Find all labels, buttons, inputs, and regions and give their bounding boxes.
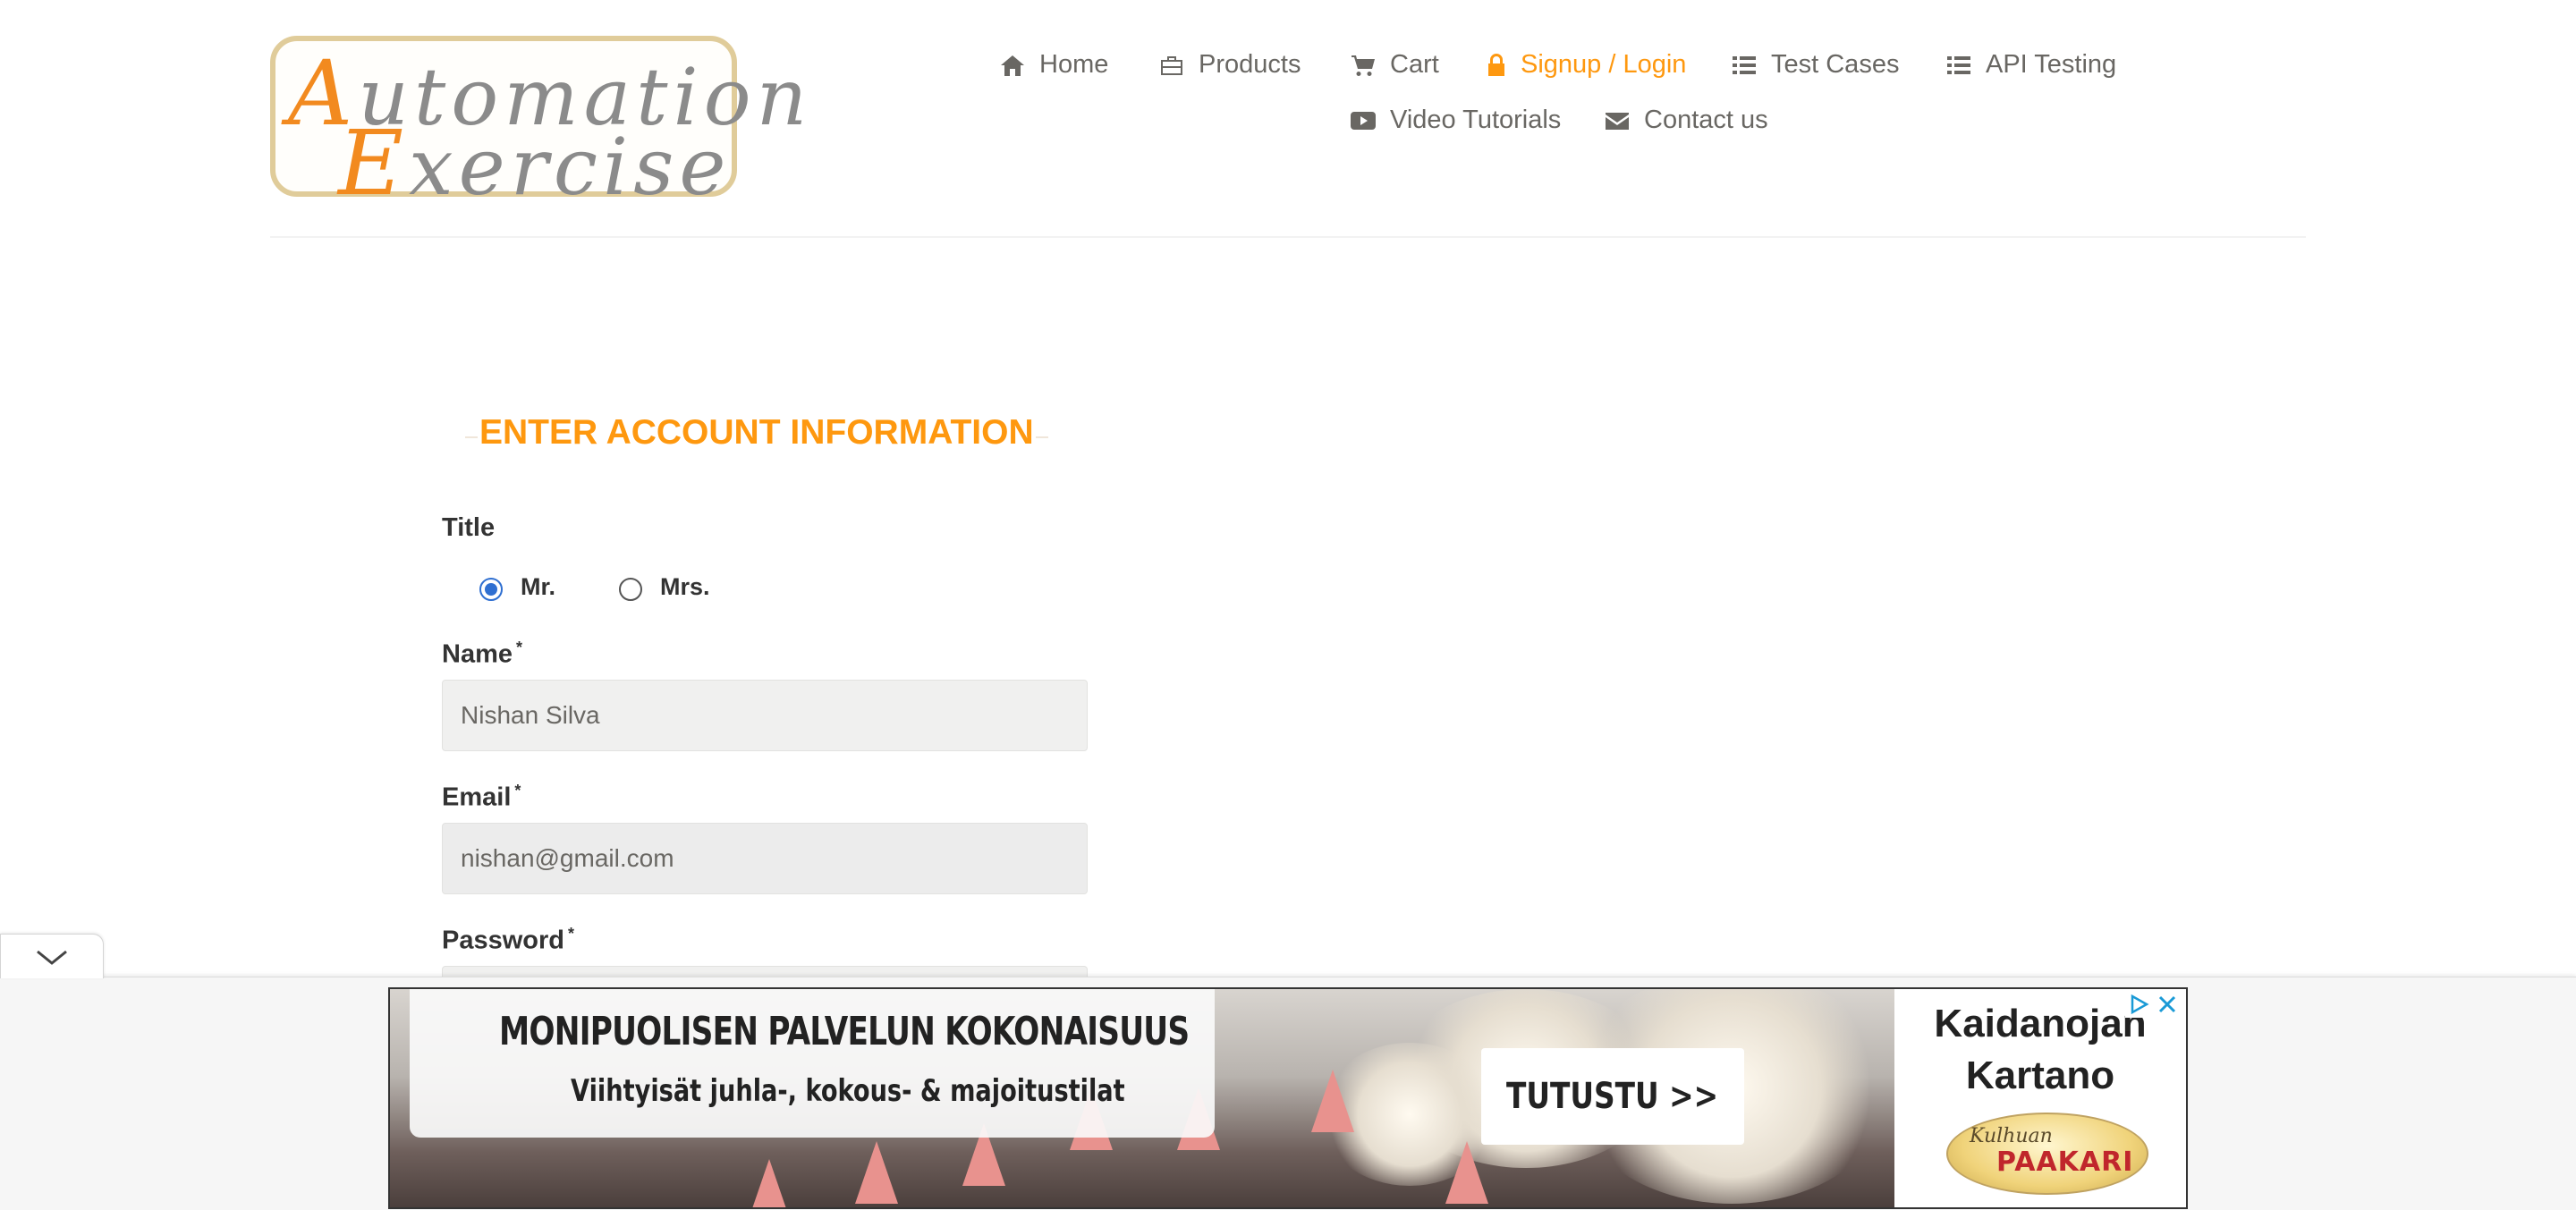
envelope-icon	[1606, 112, 1629, 130]
nav-api-testing[interactable]: API Testing	[1946, 50, 2116, 80]
nav-test-cases-label: Test Cases	[1771, 50, 1900, 79]
header-divider	[270, 236, 2306, 238]
radio-mr[interactable]	[479, 578, 503, 601]
nav-signup-login[interactable]: Signup / Login	[1487, 50, 1686, 80]
site-logo[interactable]: Automation Exercise	[270, 36, 807, 216]
nav-contact-us[interactable]: Contact us	[1605, 106, 1768, 135]
chevron-down-icon	[37, 950, 67, 965]
nav-api-testing-label: API Testing	[1986, 50, 2117, 79]
radio-mr-label: Mr.	[521, 572, 556, 600]
cart-icon	[1352, 55, 1375, 76]
site-header: Automation Exercise Home Products Cart S…	[0, 0, 2576, 238]
title-label: Title	[442, 513, 496, 542]
nav-products-label: Products	[1199, 50, 1301, 79]
radio-mrs[interactable]	[619, 578, 642, 601]
nav-test-cases[interactable]: Test Cases	[1732, 50, 1899, 80]
nav-cart[interactable]: Cart	[1351, 50, 1439, 80]
ad-close-icon[interactable]	[2154, 991, 2181, 1018]
radio-mrs-label: Mrs.	[660, 572, 710, 600]
briefcase-icon	[1161, 55, 1182, 75]
list-icon	[1947, 55, 1970, 74]
password-label: Password *	[442, 925, 575, 955]
email-input[interactable]	[442, 823, 1088, 894]
nav-cart-label: Cart	[1390, 50, 1439, 79]
list-icon	[1733, 55, 1756, 74]
youtube-icon	[1351, 111, 1376, 130]
ad-collapse-toggle[interactable]	[0, 934, 104, 978]
nav-signup-login-label: Signup / Login	[1521, 50, 1687, 79]
form-title: ENTER ACCOUNT INFORMATION	[465, 413, 1048, 452]
ad-headline: MONIPUOLISEN PALVELUN KOKONAISUUS	[499, 1009, 1190, 1054]
logo-line-2: Exercise	[338, 111, 732, 216]
email-label: Email *	[442, 782, 521, 812]
name-input[interactable]	[442, 680, 1088, 751]
nav-video-tutorials-label: Video Tutorials	[1390, 106, 1562, 134]
ad-brand-badge: Kulhuan PAAKARI	[1946, 1113, 2148, 1195]
nav-home[interactable]: Home	[1000, 50, 1108, 80]
title-option-mrs[interactable]: Mrs.	[619, 572, 710, 601]
ad-photo: MONIPUOLISEN PALVELUN KOKONAISUUS Viihty…	[390, 989, 1894, 1207]
ad-cta-button[interactable]: TUTUSTU >>	[1481, 1048, 1744, 1145]
nav-products[interactable]: Products	[1159, 50, 1301, 80]
home-icon	[1001, 55, 1024, 76]
ad-brand-panel: Kaidanojan Kartano Kulhuan PAAKARI	[1894, 989, 2186, 1207]
ad-subline: Viihtyisät juhla-, kokous- & majoitustil…	[571, 1073, 1125, 1109]
nav-contact-us-label: Contact us	[1644, 106, 1768, 134]
ad-choices-icon[interactable]	[2125, 991, 2152, 1018]
ad-banner[interactable]: MONIPUOLISEN PALVELUN KOKONAISUUS Viihty…	[388, 987, 2188, 1209]
nav-home-label: Home	[1039, 50, 1109, 79]
nav-video-tutorials[interactable]: Video Tutorials	[1351, 106, 1561, 135]
title-option-mr[interactable]: Mr.	[479, 572, 555, 601]
ad-headline-box: MONIPUOLISEN PALVELUN KOKONAISUUS Viihty…	[410, 989, 1215, 1138]
name-label: Name *	[442, 639, 523, 669]
lock-icon	[1488, 53, 1504, 76]
